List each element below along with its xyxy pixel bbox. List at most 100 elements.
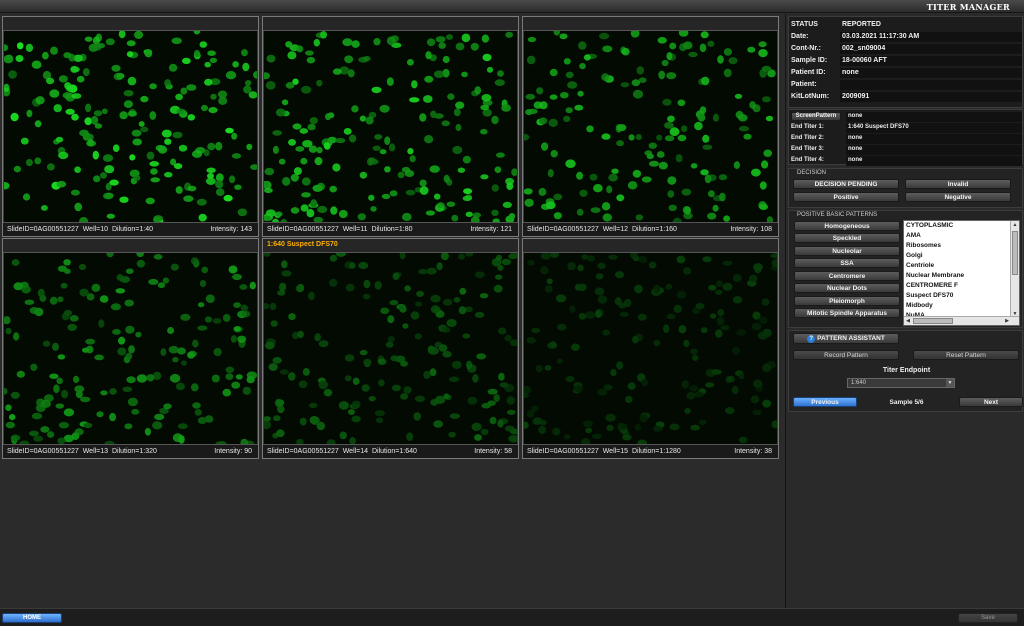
pleiomorph-button[interactable]: Pleiomorph: [794, 296, 900, 306]
nucleus: [616, 361, 624, 370]
record-pattern-button[interactable]: Record Pattern: [793, 350, 899, 360]
nucleus: [548, 118, 558, 127]
homogeneous-button[interactable]: Homogeneous: [794, 221, 900, 231]
nucleus: [268, 363, 278, 371]
list-item[interactable]: Midbody: [904, 301, 1019, 311]
nucleus: [150, 168, 158, 175]
list-item[interactable]: Centriole: [904, 261, 1019, 271]
nucleus: [448, 376, 460, 383]
scroll-right-icon[interactable]: ▶: [1003, 317, 1011, 325]
nucleus: [231, 381, 241, 389]
well-tile[interactable]: 1:640 Suspect DFS70 SlideID=0AG00551227 …: [262, 238, 519, 459]
centromere-button[interactable]: Centromere: [794, 271, 900, 281]
nucleus: [133, 175, 141, 181]
scroll-left-icon[interactable]: ◀: [904, 317, 912, 325]
fluorescence-image[interactable]: [524, 31, 777, 223]
next-button[interactable]: Next: [959, 397, 1023, 407]
nucleus: [363, 55, 371, 62]
nucleolar-button[interactable]: Nucleolar: [794, 246, 900, 256]
fluorescence-image[interactable]: [264, 253, 517, 445]
nucleus: [375, 417, 384, 424]
nucleus: [309, 416, 319, 424]
nucleus: [436, 262, 443, 271]
nucleus: [215, 188, 225, 197]
tile-caption: SlideID=0AG00551227 Well=12 Dilution=1:1…: [523, 222, 778, 236]
titer-endpoint-select[interactable]: 1:640 ▼: [847, 378, 955, 388]
nucleus: [701, 76, 710, 86]
nucleus: [5, 421, 15, 429]
decision-panel: DECISION DECISION PENDING Invalid Positi…: [788, 168, 1023, 208]
nucleus: [152, 421, 163, 430]
nucleus: [132, 138, 142, 146]
end-titer-row: End Titer 2: none: [791, 134, 1022, 144]
nucleus: [704, 174, 712, 184]
status-row: STATUS REPORTED: [791, 20, 1022, 30]
vertical-scrollbar[interactable]: ▲ ▼: [1010, 221, 1019, 318]
well-tile[interactable]: SlideID=0AG00551227 Well=11 Dilution=1:8…: [262, 16, 519, 237]
decision-pending-button[interactable]: DECISION PENDING: [793, 179, 899, 189]
nucleus: [305, 50, 314, 56]
ssa-button[interactable]: SSA: [794, 258, 900, 268]
nucleus: [82, 132, 91, 141]
list-item[interactable]: CYTOPLASMIC: [904, 221, 1019, 231]
mitotic-spindle-button[interactable]: Mitotic Spindle Apparatus: [794, 308, 900, 318]
pattern-listbox[interactable]: CYTOPLASMIC AMA Ribosomes Golgi Centriol…: [903, 220, 1020, 326]
nucleus: [204, 78, 213, 86]
nucleus: [597, 295, 608, 304]
positive-button[interactable]: Positive: [793, 192, 899, 202]
scroll-thumb[interactable]: [913, 318, 953, 324]
nucleus: [441, 326, 451, 333]
nucleus: [579, 63, 586, 70]
nucleus: [237, 208, 248, 217]
chevron-down-icon[interactable]: ▼: [946, 379, 954, 387]
nucleus: [702, 134, 710, 143]
nucleus: [708, 190, 715, 198]
list-item[interactable]: Nuclear Membrane: [904, 271, 1019, 281]
well-tile[interactable]: SlideID=0AG00551227 Well=15 Dilution=1:1…: [522, 238, 779, 459]
home-button[interactable]: HOME: [2, 613, 62, 623]
nucleus: [683, 267, 692, 275]
invalid-button[interactable]: Invalid: [905, 179, 1011, 189]
nuclear-dots-button[interactable]: Nuclear Dots: [794, 283, 900, 293]
well-tile[interactable]: SlideID=0AG00551227 Well=12 Dilution=1:1…: [522, 16, 779, 237]
pattern-assistant-button[interactable]: ? PATTERN ASSISTANT: [793, 333, 899, 344]
list-item[interactable]: Suspect DFS70: [904, 291, 1019, 301]
speckled-button[interactable]: Speckled: [794, 233, 900, 243]
scroll-up-icon[interactable]: ▲: [1011, 221, 1019, 229]
nucleus: [619, 311, 629, 317]
nucleus: [446, 201, 456, 207]
end-titer-value: 1:640 Suspect DFS70: [846, 123, 1022, 133]
fluorescence-image[interactable]: [4, 31, 257, 223]
list-item[interactable]: AMA: [904, 231, 1019, 241]
fluorescence-image[interactable]: [4, 253, 257, 445]
nucleus: [476, 353, 487, 360]
reset-pattern-button[interactable]: Reset Pattern: [913, 350, 1019, 360]
slide-id: SlideID=0AG00551227: [7, 448, 79, 455]
fluorescence-image[interactable]: [264, 31, 517, 223]
nucleus: [332, 68, 342, 75]
nucleus: [693, 391, 704, 398]
nucleus: [665, 283, 673, 290]
well-tile[interactable]: SlideID=0AG00551227 Well=13 Dilution=1:3…: [2, 238, 259, 459]
save-button[interactable]: Save: [958, 613, 1018, 623]
nucleus: [343, 128, 352, 135]
horizontal-scrollbar[interactable]: ◀ ▶: [904, 316, 1019, 325]
nucleus: [384, 136, 391, 145]
nucleus: [111, 303, 121, 311]
fluorescence-image[interactable]: [524, 253, 777, 445]
negative-button[interactable]: Negative: [905, 192, 1011, 202]
list-item[interactable]: Golgi: [904, 251, 1019, 261]
list-item[interactable]: CENTROMERE F: [904, 281, 1019, 291]
scroll-thumb[interactable]: [1012, 231, 1018, 275]
nucleus: [442, 350, 452, 358]
nucleus: [329, 185, 337, 193]
list-item[interactable]: Ribosomes: [904, 241, 1019, 251]
nucleus: [495, 152, 505, 158]
well-tile[interactable]: SlideID=0AG00551227 Well=10 Dilution=1:4…: [2, 16, 259, 237]
nucleus: [21, 285, 31, 294]
nucleus: [125, 325, 135, 334]
nucleus: [73, 375, 80, 383]
patient-id-row: Patient ID: none: [791, 68, 1022, 78]
nucleus: [368, 194, 375, 201]
nucleus: [145, 197, 155, 205]
